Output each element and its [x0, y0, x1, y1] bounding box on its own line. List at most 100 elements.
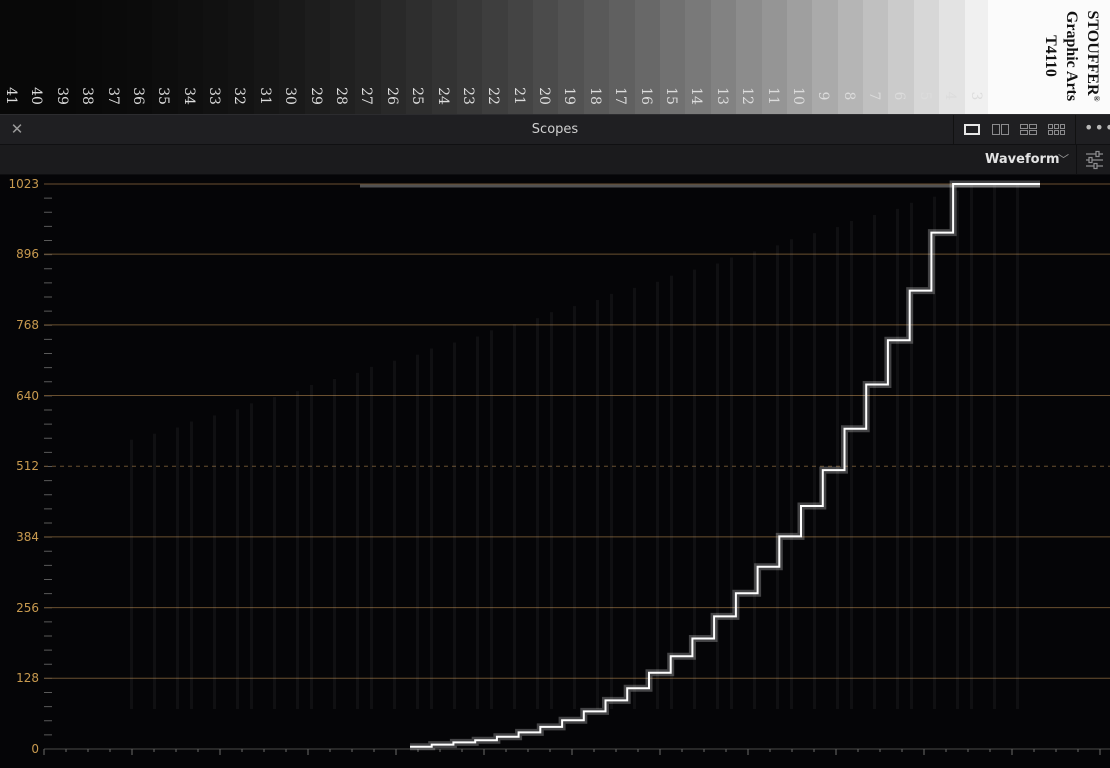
- waveform-noise: [190, 421, 193, 709]
- scope-type-dropdown[interactable]: Waveform ﹀: [978, 145, 1074, 175]
- more-options-icon: •••: [1084, 118, 1110, 137]
- waveform-noise: [813, 233, 816, 709]
- grid-view-button[interactable]: [1048, 124, 1065, 135]
- wedge-step-number: 4: [942, 91, 959, 101]
- scopes-title-bar: ✕ Scopes ••: [0, 114, 1110, 145]
- scale-label: 128: [16, 671, 39, 686]
- scale-label: 768: [16, 317, 39, 332]
- waveform-noise: [393, 360, 396, 709]
- waveform-noise: [536, 318, 539, 709]
- waveform-noise: [416, 354, 419, 709]
- waveform-noise: [1016, 184, 1019, 709]
- wedge-step-number: 25: [409, 87, 426, 105]
- scale-label: 0: [31, 742, 39, 756]
- wedge-step-number: 22: [485, 87, 502, 105]
- waveform-noise: [716, 263, 719, 709]
- waveform-noise: [430, 348, 433, 709]
- wedge-step-number: 39: [53, 87, 70, 105]
- waveform-plot: [43, 180, 1110, 755]
- panel-title: Scopes: [531, 122, 579, 137]
- dual-view-button[interactable]: [992, 124, 1009, 135]
- wedge-step-number: 16: [637, 87, 654, 105]
- wedge-step-number: 7: [866, 91, 883, 101]
- waveform-noise: [296, 391, 299, 709]
- scope-toolbar: Waveform ﹀: [0, 145, 1110, 175]
- view-layout-group: [953, 115, 1076, 144]
- waveform-noise: [790, 239, 793, 709]
- waveform-noise: [213, 415, 216, 709]
- waveform-noise: [476, 336, 479, 709]
- wedge-step-number: 33: [206, 87, 223, 105]
- waveform-noise: [250, 403, 253, 709]
- wedge-step-number: 24: [434, 87, 451, 105]
- logo-line-2: Graphic Arts: [1063, 10, 1080, 102]
- scale-label: 512: [16, 459, 39, 474]
- waveform-noise: [753, 251, 756, 709]
- waveform-noise: [596, 299, 599, 709]
- waveform-noise: [236, 409, 239, 709]
- wedge-step-number: 29: [307, 87, 324, 105]
- wedge-step-number: 6: [891, 91, 908, 101]
- waveform-noise: [610, 293, 613, 709]
- wedge-step-number: 11: [764, 87, 781, 105]
- wedge-step-number: 13: [713, 87, 730, 105]
- waveform-noise: [453, 342, 456, 709]
- waveform-noise: [513, 324, 516, 709]
- step-wedge-image: 41 40 39 38 37 36 35 34 33 32 31 30 29 28 27 26 25 24 23 22…: [0, 0, 1110, 114]
- wedge-step-number: 18: [586, 87, 603, 105]
- wedge-step-number: 8: [840, 91, 857, 101]
- wedge-step-number: 36: [129, 87, 146, 105]
- waveform-noise: [310, 385, 313, 709]
- waveform-noise: [633, 287, 636, 709]
- scale-label: 1023: [8, 177, 39, 191]
- logo-line-3: T4110: [1042, 35, 1059, 77]
- scale-label: 384: [16, 529, 39, 544]
- waveform-noise: [993, 184, 996, 709]
- waveform-noise: [176, 427, 179, 709]
- waveform-noise: [356, 372, 359, 709]
- waveform-noise: [910, 202, 913, 709]
- waveform-noise: [670, 275, 673, 709]
- scope-type-label: Waveform: [985, 152, 1060, 167]
- wedge-step-number: 19: [561, 87, 578, 105]
- waveform-scope: 1023 896 768 640 512 384 256 128 0: [0, 175, 1110, 768]
- wedge-step-number: 10: [789, 87, 806, 105]
- waveform-noise: [656, 281, 659, 709]
- wedge-step-number: 21: [510, 87, 527, 105]
- waveform-noise: [896, 208, 899, 709]
- quad-view-button[interactable]: [1020, 124, 1037, 135]
- chevron-down-icon: ﹀: [1058, 153, 1069, 166]
- wedge-step-number: 20: [536, 87, 553, 105]
- waveform-noise: [776, 245, 779, 709]
- wedge-step-number: 41: [3, 87, 19, 105]
- wedge-step-number: 28: [333, 87, 349, 105]
- waveform-noise: [573, 306, 576, 709]
- single-view-button[interactable]: [964, 124, 980, 135]
- wedge-step-number: 3: [967, 91, 984, 101]
- waveform-noise: [130, 439, 133, 709]
- wedge-step-number: 17: [612, 87, 629, 105]
- wedge-step-number: 37: [104, 87, 121, 105]
- wedge-step-number: 38: [79, 87, 96, 105]
- wedge-step-number: 31: [256, 87, 273, 105]
- wedge-step-number: 26: [383, 87, 400, 105]
- logo-line-1: STOUFFER®: [1083, 10, 1102, 102]
- wedge-step-number: 23: [459, 87, 476, 105]
- scope-settings-button[interactable]: [1076, 145, 1110, 175]
- waveform-noise: [850, 221, 853, 709]
- wedge-step-number: 30: [282, 87, 299, 105]
- waveform-noise: [370, 366, 373, 709]
- wedge-step-number: 5: [916, 91, 933, 101]
- step-wedge-gradient: 41 40 39 38 37 36 35 34 33 32 31 30 29 28 27 26 25 24 23 22…: [0, 0, 991, 114]
- waveform-noise: [873, 214, 876, 709]
- more-options-button[interactable]: •••: [1084, 120, 1110, 138]
- wedge-step-number: 12: [739, 87, 756, 105]
- waveform-noise: [333, 378, 336, 709]
- wedge-step-number: 40: [28, 87, 45, 105]
- wedge-step-number: 9: [815, 91, 832, 101]
- waveform-trace-glow: [410, 180, 1040, 751]
- waveform-noise: [490, 330, 493, 709]
- waveform-noise: [550, 312, 553, 709]
- wedge-step-number: 15: [663, 87, 679, 105]
- waveform-noise: [970, 184, 973, 709]
